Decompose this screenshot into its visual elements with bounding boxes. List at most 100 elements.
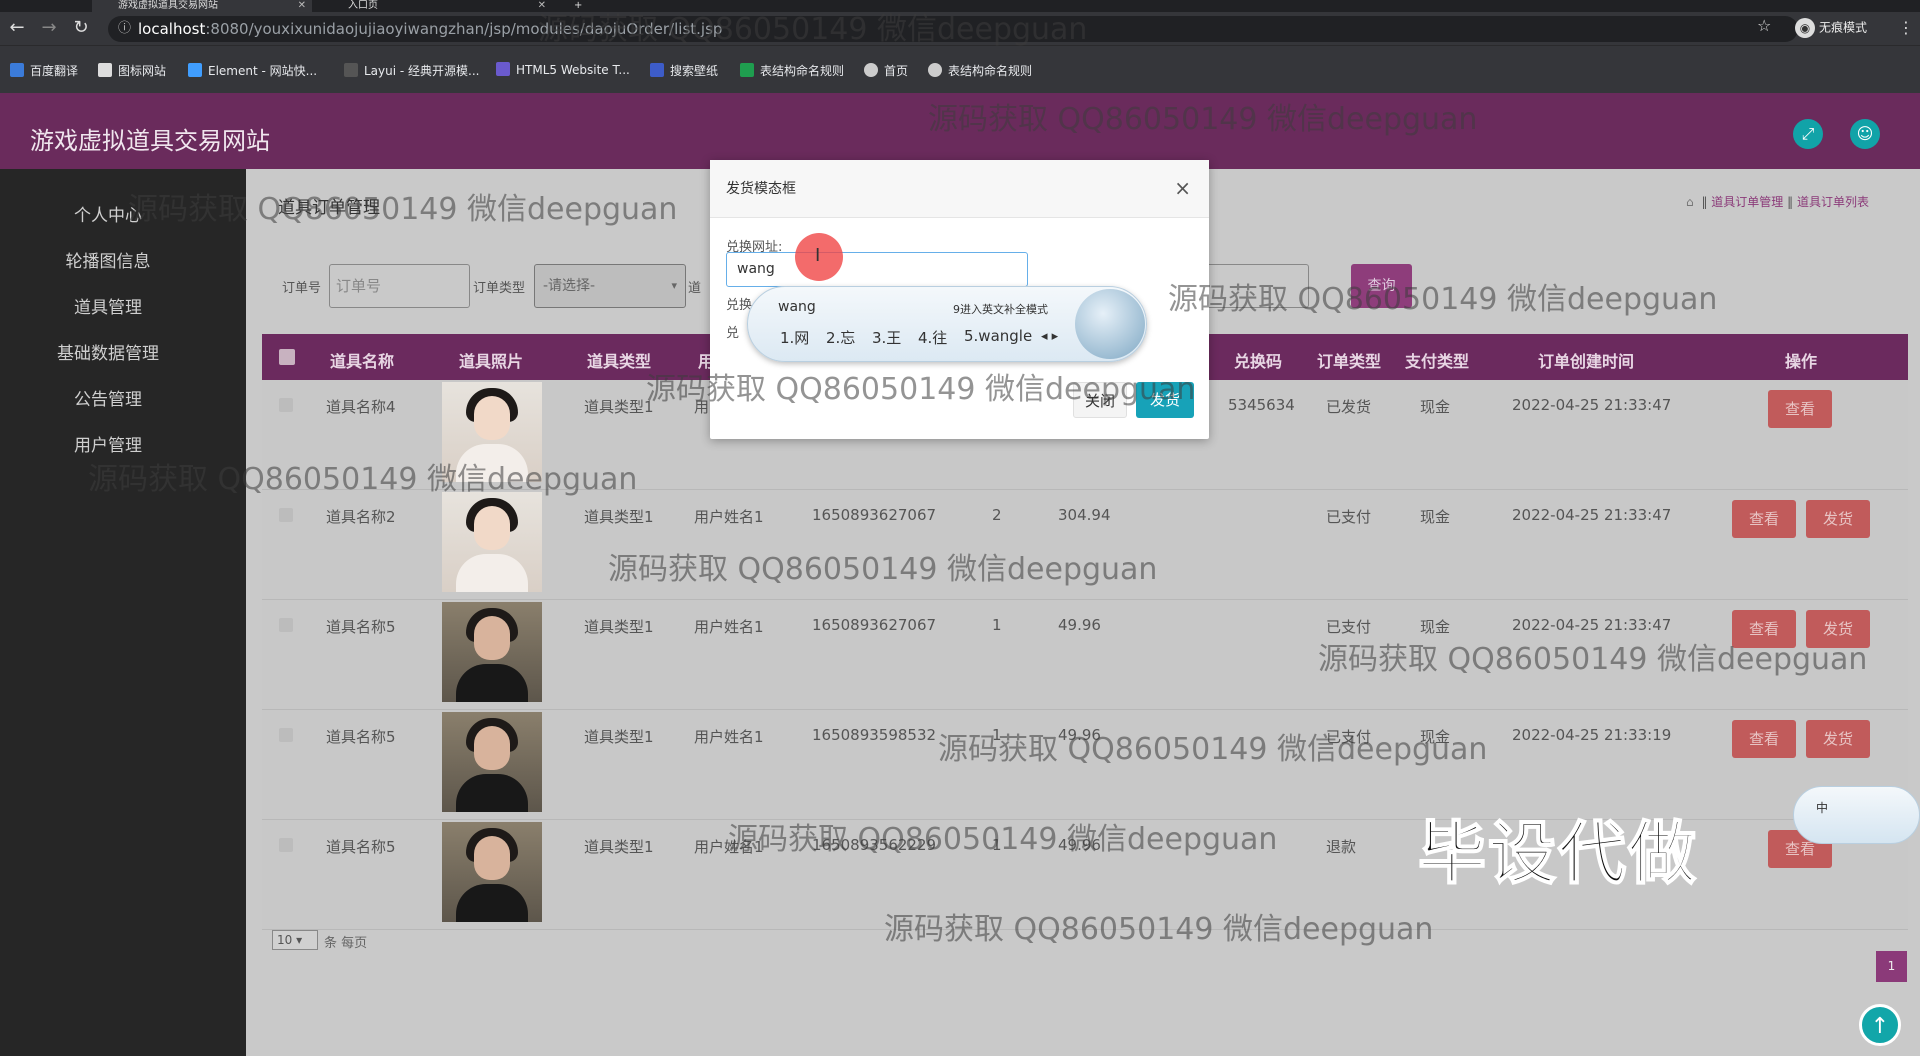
col-header: 道具名称 xyxy=(330,352,395,371)
row-checkbox[interactable] xyxy=(279,398,293,412)
translate-icon xyxy=(10,63,24,77)
ship-row-button[interactable]: 发货 xyxy=(1806,720,1870,758)
watermark: 源码获取 QQ86050149 微信deepguan xyxy=(608,552,1158,587)
ime-candidate[interactable]: 5.wangle xyxy=(964,327,1032,345)
sidebar: 个人中心 轮播图信息 道具管理 基础数据管理 公告管理 用户管理 xyxy=(0,169,246,1056)
overlay-banner-text: 毕设代做 xyxy=(1417,814,1699,895)
forward-icon[interactable]: → xyxy=(38,17,60,38)
modal-header: 发货模态框 × xyxy=(710,160,1209,218)
globe-icon xyxy=(864,63,878,77)
cell-type: 道具类型1 xyxy=(584,398,654,416)
col-header: 订单创建时间 xyxy=(1538,352,1635,371)
col-header: 操作 xyxy=(1785,352,1818,371)
row-checkbox[interactable] xyxy=(279,508,293,522)
sidebar-item-props[interactable]: 道具管理 xyxy=(0,293,216,318)
bookmark-item[interactable]: 图标网站 xyxy=(98,62,166,79)
bookmark-item[interactable]: HTML5 Website T... xyxy=(496,62,630,77)
ime-page-arrows-icon[interactable]: ◂ ▸ xyxy=(1041,329,1058,344)
reload-icon[interactable]: ↻ xyxy=(70,17,92,38)
ime-candidate[interactable]: 3.王 xyxy=(872,327,901,348)
user-icon[interactable]: ☺ xyxy=(1850,119,1880,149)
bookmark-item[interactable]: 表结构命名规则 xyxy=(928,62,1032,79)
bookmark-item[interactable]: 首页 xyxy=(864,62,908,79)
site-info-icon[interactable]: ⓘ xyxy=(118,16,131,42)
order-no-input[interactable]: 订单号 xyxy=(329,264,470,308)
layui-icon xyxy=(344,63,358,77)
col-header: 订单类型 xyxy=(1317,352,1382,371)
cell-created-time: 2022-04-25 21:33:47 xyxy=(1512,506,1672,524)
order-type-select[interactable]: -请选择- ▾ xyxy=(534,264,686,308)
breadcrumb: ⌂ ‖ 道具订单管理 ‖ 道具订单列表 xyxy=(1686,195,1869,209)
fullscreen-icon[interactable]: ⤢ xyxy=(1793,119,1823,149)
cell-order-no: 1650893627067 xyxy=(812,616,937,634)
cell-created-time: 2022-04-25 21:33:19 xyxy=(1512,726,1672,744)
cell-order-no: 1650893627067 xyxy=(812,506,937,524)
ime-mode-label: 中 xyxy=(1816,801,1829,815)
bookmark-item[interactable]: Element - 网站快... xyxy=(188,62,317,79)
sidebar-item-users[interactable]: 用户管理 xyxy=(0,431,216,456)
bookmark-item[interactable]: 表结构命名规则 xyxy=(740,62,844,79)
ime-status-bar[interactable]: 中 xyxy=(1793,786,1920,844)
select-all-checkbox[interactable] xyxy=(279,349,295,365)
sidebar-item-basedata[interactable]: 基础数据管理 xyxy=(0,339,216,364)
incognito-indicator[interactable]: ◉ 无痕模式 xyxy=(1795,18,1867,38)
field-label: 兑 xyxy=(726,326,740,341)
ime-logo-icon xyxy=(1075,289,1145,359)
cell-user: 用户姓名1 xyxy=(694,728,764,746)
cell-type: 道具类型1 xyxy=(584,618,654,636)
page-size-select[interactable]: 10 ▾ xyxy=(272,930,318,950)
watermark: 源码获取 QQ86050149 微信deepguan xyxy=(646,372,1196,407)
wallpaper-icon xyxy=(650,63,664,77)
bookmark-item[interactable]: Layui - 经典开源模... xyxy=(344,62,479,79)
ime-candidate[interactable]: 4.往 xyxy=(918,327,947,348)
browser-tab[interactable]: 入口页 ✕ xyxy=(322,0,552,12)
view-button[interactable]: 查看 xyxy=(1732,720,1796,758)
bookmark-item[interactable]: 百度翻译 xyxy=(10,62,78,79)
browser-menu-icon[interactable]: ⋮ xyxy=(1898,18,1914,37)
col-header: 兑换码 xyxy=(1234,352,1283,371)
watermark: 源码获取 QQ86050149 微信deepguan xyxy=(1318,642,1868,677)
back-to-top-icon[interactable]: ↑ xyxy=(1859,1004,1901,1046)
col-header: 道具类型 xyxy=(587,352,652,371)
cell-price: 49.96 xyxy=(1058,616,1101,634)
tab-title: 入口页 xyxy=(348,0,378,11)
ship-row-button[interactable]: 发货 xyxy=(1806,500,1870,538)
chevron-down-icon: ▾ xyxy=(671,279,677,292)
ime-candidate[interactable]: 2.忘 xyxy=(826,327,855,348)
incognito-label: 无痕模式 xyxy=(1819,20,1868,35)
cell-user: 用户姓名1 xyxy=(694,618,764,636)
cell-created-time: 2022-04-25 21:33:47 xyxy=(1512,616,1672,634)
sidebar-item-notice[interactable]: 公告管理 xyxy=(0,385,216,410)
cell-qty: 2 xyxy=(992,506,1002,524)
tab-close-icon[interactable]: ✕ xyxy=(298,0,306,12)
url-host: localhost xyxy=(138,20,206,38)
cell-type: 道具类型1 xyxy=(584,728,654,746)
close-icon[interactable]: × xyxy=(1174,176,1191,200)
breadcrumb-item[interactable]: 道具订单管理 xyxy=(1711,195,1783,209)
ime-candidate[interactable]: 1.网 xyxy=(780,327,809,348)
ime-hint: 9进入英文补全模式 xyxy=(953,303,1048,316)
row-checkbox[interactable] xyxy=(279,618,293,632)
row-checkbox[interactable] xyxy=(279,838,293,852)
cell-order-type: 已发货 xyxy=(1326,398,1372,416)
bookmark-item[interactable]: 搜索壁纸 xyxy=(650,62,718,79)
cell-pay-type: 现金 xyxy=(1420,398,1451,416)
cell-type: 道具类型1 xyxy=(584,508,654,526)
view-button[interactable]: 查看 xyxy=(1768,390,1832,428)
text-cursor-icon: I xyxy=(815,245,821,266)
sidebar-item-carousel[interactable]: 轮播图信息 xyxy=(0,247,216,272)
cell-code: 5345634 xyxy=(1228,396,1295,414)
breadcrumb-item[interactable]: 道具订单列表 xyxy=(1797,195,1869,209)
cell-order-type: 已支付 xyxy=(1326,508,1372,526)
watermark: 源码获取 QQ86050149 微信deepguan xyxy=(884,912,1434,947)
page-number-button[interactable]: 1 xyxy=(1876,951,1907,982)
redeem-url-input[interactable]: wang xyxy=(726,252,1028,287)
back-icon[interactable]: ← xyxy=(6,17,28,38)
view-button[interactable]: 查看 xyxy=(1732,500,1796,538)
browser-tab-active[interactable]: 游戏虚拟道具交易网站 ✕ xyxy=(92,0,312,12)
bookmark-star-icon[interactable]: ☆ xyxy=(1757,16,1771,35)
cell-user: 用户姓名1 xyxy=(694,508,764,526)
row-checkbox[interactable] xyxy=(279,728,293,742)
home-icon[interactable]: ⌂ xyxy=(1686,195,1694,209)
modal-title: 发货模态框 xyxy=(726,181,796,197)
